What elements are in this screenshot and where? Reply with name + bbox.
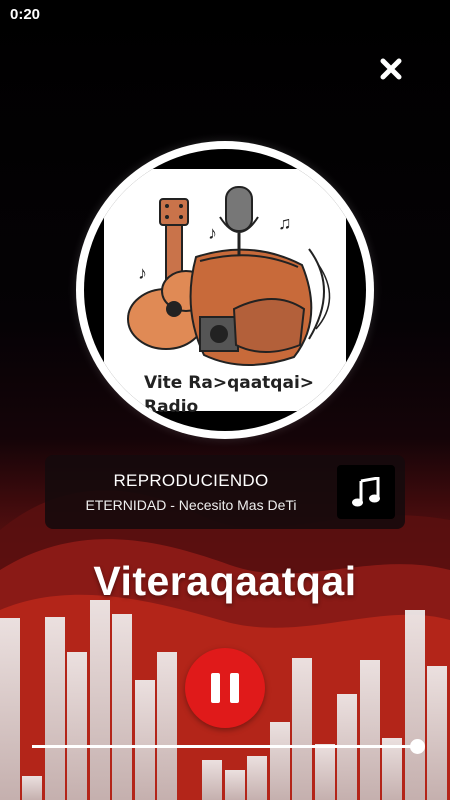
music-note-icon — [352, 477, 380, 507]
cover-inner: ♪ ♫ ♪ Vite Ra>qaatqai> Radio — [84, 149, 366, 431]
pause-button[interactable] — [185, 648, 265, 728]
svg-text:♫: ♫ — [278, 213, 292, 233]
now-playing-card: REPRODUCIENDO ETERNIDAD - Necesito Mas D… — [45, 455, 405, 529]
playback-status: REPRODUCIENDO — [113, 471, 269, 490]
close-button[interactable] — [374, 52, 408, 86]
music-note-button[interactable] — [337, 465, 395, 519]
logo-illustration: ♪ ♫ ♪ — [127, 186, 331, 366]
seek-thumb[interactable] — [410, 739, 425, 754]
station-cover: ♪ ♫ ♪ Vite Ra>qaatqai> Radio — [76, 141, 374, 439]
track-title: ETERNIDAD - Necesito Mas DeTi — [85, 497, 297, 513]
logo-text-line1: Vite Ra>qaatqai> — [144, 373, 315, 393]
seek-bar[interactable] — [32, 745, 418, 748]
station-name: Viteraqaatqai — [93, 558, 357, 604]
close-icon — [380, 58, 402, 80]
logo-text-line2: Radio — [144, 397, 199, 417]
status-time: 0:20 — [10, 6, 41, 23]
station-logo: ♪ ♫ ♪ Vite Ra>qaatqai> Radio — [104, 169, 346, 417]
svg-text:♪: ♪ — [208, 223, 217, 243]
player-screen: 0:20 ♪ ♫ ♪ Vite Ra>qaatqai> Radio REPROD… — [0, 0, 450, 800]
pause-icon — [206, 673, 244, 703]
svg-text:♪: ♪ — [138, 263, 147, 283]
